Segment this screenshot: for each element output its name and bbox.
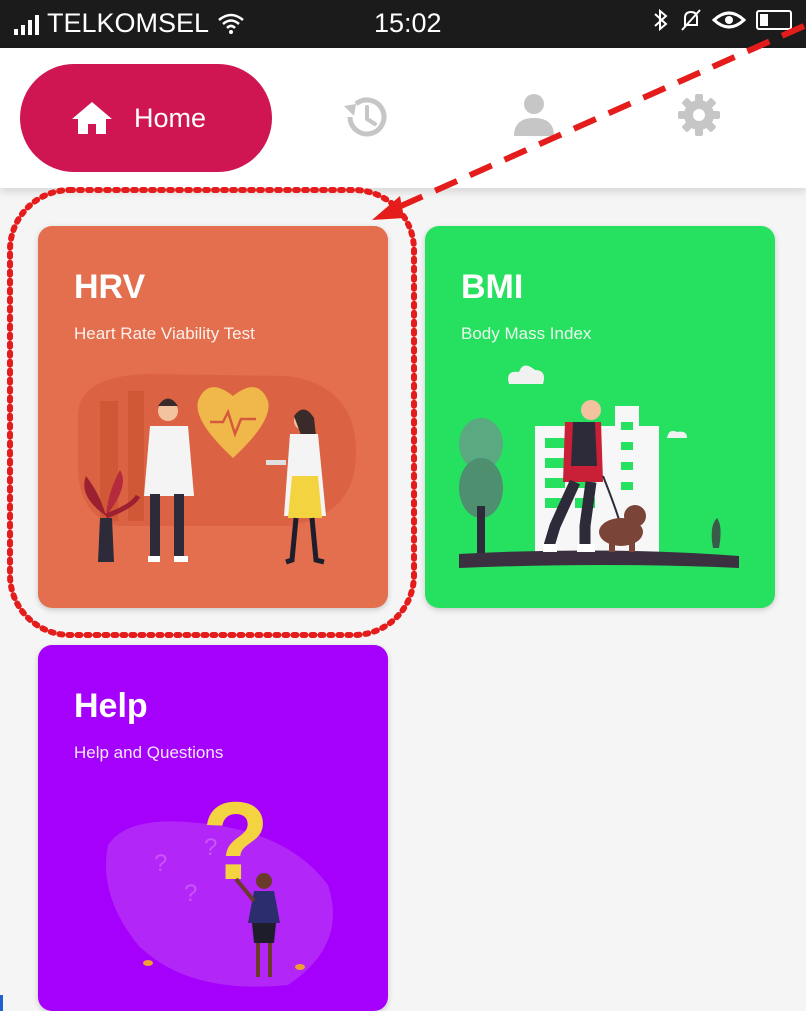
- status-right: [652, 8, 792, 32]
- hrv-card[interactable]: HRV Heart Rate Viability Test: [38, 226, 388, 608]
- history-icon[interactable]: [340, 92, 392, 142]
- arrow-head-icon: [372, 196, 404, 220]
- bluetooth-icon: [654, 8, 668, 32]
- card-subtitle: Heart Rate Viability Test: [74, 324, 255, 343]
- home-label: Home: [134, 102, 207, 133]
- svg-text:?: ?: [184, 880, 197, 907]
- status-left: TELKOMSEL: [14, 8, 245, 39]
- card-subtitle: Help and Questions: [74, 743, 224, 762]
- settings-icon[interactable]: [677, 92, 721, 138]
- signal-icon: [14, 13, 39, 35]
- status-bar: TELKOMSEL 15:02: [0, 0, 806, 48]
- home-tab[interactable]: Home: [20, 64, 272, 172]
- clock: 15:02: [374, 8, 442, 38]
- card-title: Help: [74, 687, 148, 725]
- card-title: BMI: [461, 268, 524, 306]
- home-icon: [72, 102, 112, 134]
- svg-text:?: ?: [204, 834, 217, 861]
- profile-icon[interactable]: [512, 92, 556, 138]
- carrier-name: TELKOMSEL: [47, 8, 210, 38]
- top-navigation: Home: [0, 48, 806, 188]
- help-card[interactable]: ? ? ? ? Help Help and Questions: [38, 645, 388, 1011]
- mute-icon: [681, 9, 701, 31]
- svg-text:?: ?: [154, 850, 167, 877]
- bmi-card[interactable]: BMI Body Mass Index: [425, 226, 775, 608]
- edge-mark: [0, 995, 3, 1011]
- eye-icon: [712, 11, 746, 29]
- card-subtitle: Body Mass Index: [461, 324, 592, 343]
- wifi-icon: [218, 13, 244, 34]
- battery-icon: [756, 10, 792, 30]
- card-title: HRV: [74, 268, 146, 306]
